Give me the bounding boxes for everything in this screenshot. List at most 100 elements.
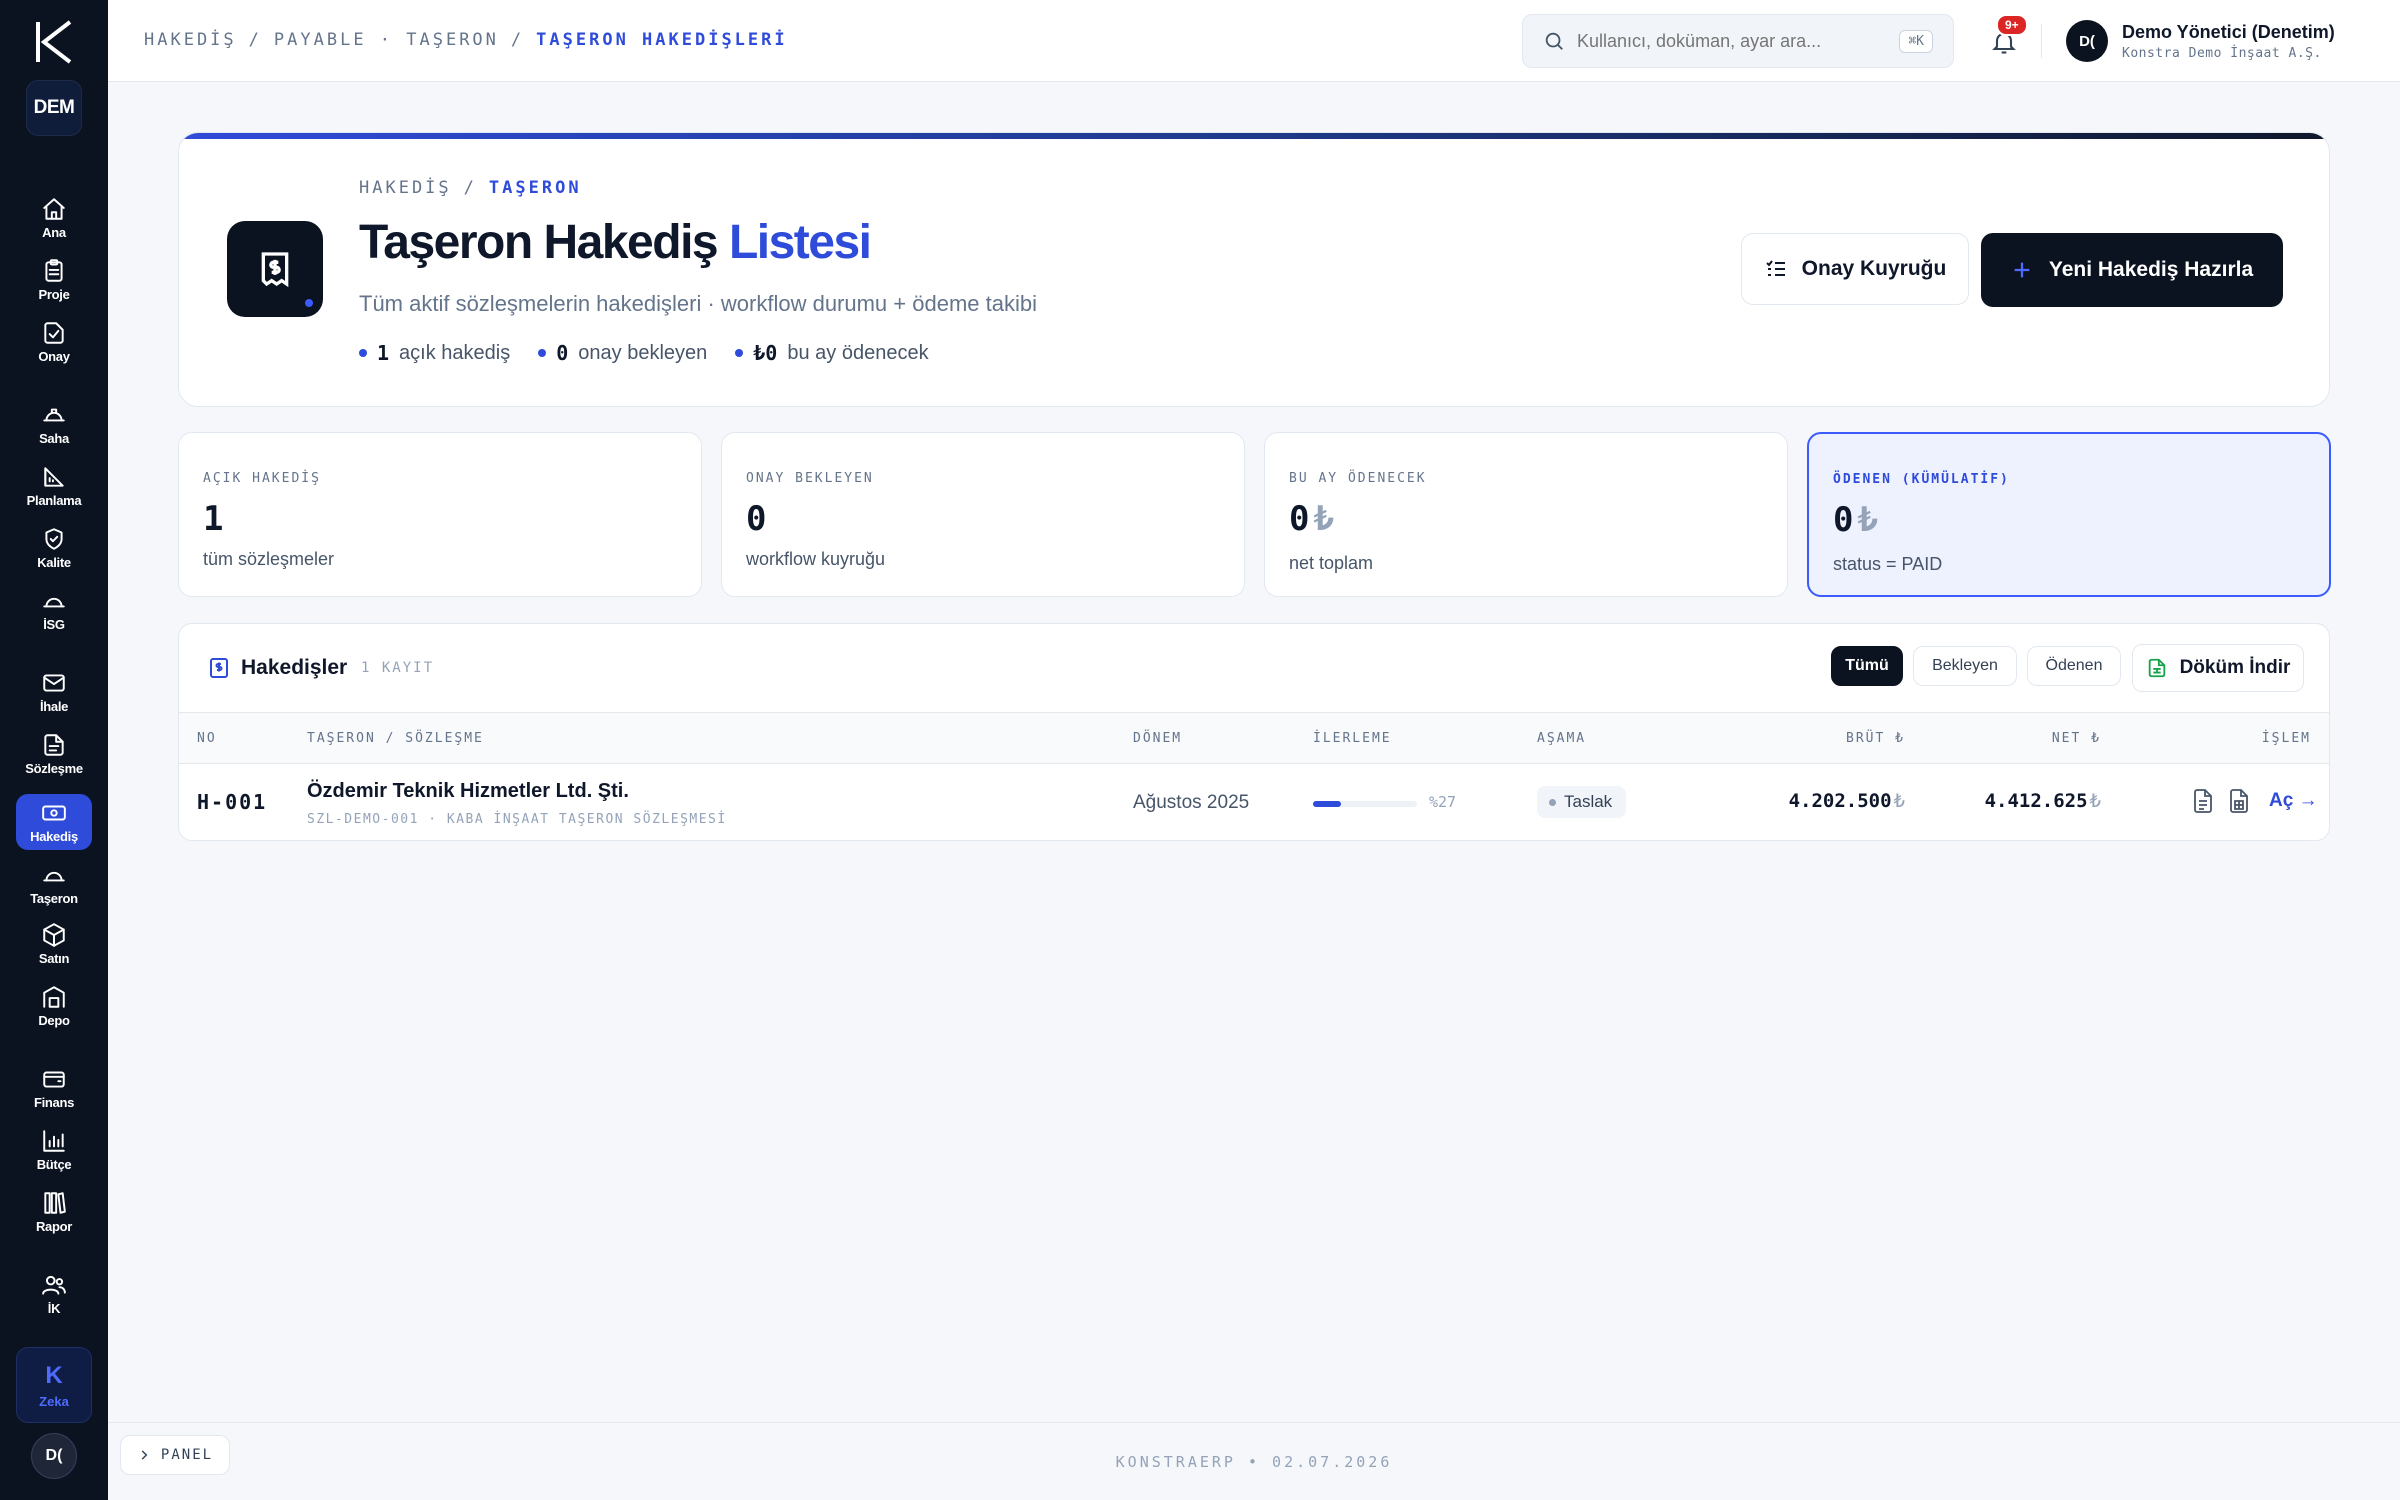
net-amount: 4.412.625 ₺ (1985, 790, 2101, 812)
breadcrumb-current: TAŞERON (488, 178, 582, 198)
helmet-icon (43, 408, 65, 422)
currency-symbol: ₺ (1893, 790, 1905, 812)
avatar[interactable]: D( (31, 1433, 77, 1479)
stat-value: 1 (377, 341, 390, 365)
sidebar-item-hakedis[interactable]: Hakediş (16, 794, 92, 850)
sidebar-item-label: Taşeron (30, 891, 78, 906)
sidebar-item-label: İSG (43, 617, 65, 632)
period: Ağustos 2025 (1133, 792, 1250, 813)
column-header-gross[interactable]: BRÜT ₺ (1846, 731, 1905, 746)
document-icon[interactable] (2191, 788, 2215, 814)
status-label: Taslak (1564, 792, 1613, 811)
sidebar-item-satin[interactable]: Satın (16, 916, 92, 972)
status-dot (303, 297, 315, 309)
stat-value: 0 (556, 341, 569, 365)
sidebar: DEM Ana Proje Onay Saha Planlama Kalite … (0, 0, 108, 1500)
column-header-net[interactable]: NET ₺ (2052, 731, 2101, 746)
kpi-number: 0 (746, 499, 767, 539)
column-header-no[interactable]: NO (197, 731, 217, 746)
wallet-icon (43, 1071, 65, 1088)
sidebar-item-label: Hakediş (30, 829, 78, 844)
filter-all[interactable]: Tümü (1831, 646, 1903, 686)
download-statement-button[interactable]: Döküm İndir (2132, 644, 2304, 692)
sidebar-item-taseron[interactable]: Taşeron (16, 856, 92, 912)
gross-value: 4.202.500 (1788, 790, 1892, 812)
page-title: Taşeron Hakediş Listesi (359, 215, 872, 270)
page-title-accent: Listesi (728, 216, 872, 269)
banknote-icon (42, 805, 66, 821)
notification-count-badge: 9+ (1996, 14, 2028, 36)
column-header-subcontractor[interactable]: TAŞERON / SÖZLEŞME (307, 731, 484, 746)
column-header-period[interactable]: DÖNEM (1133, 731, 1182, 746)
currency-symbol: ₺ (2089, 790, 2101, 812)
konstra-logo[interactable] (30, 20, 78, 64)
sidebar-item-ana[interactable]: Ana (16, 190, 92, 246)
user-avatar[interactable]: D( (2066, 20, 2108, 62)
kpi-number: 0 (1289, 499, 1310, 539)
sidebar-item-finans[interactable]: Finans (16, 1060, 92, 1116)
breadcrumb-item[interactable]: HAKEDİŞ (359, 178, 452, 198)
bullet (359, 349, 367, 357)
page-header-card: HAKEDİŞ / TAŞERON Taşeron Hakediş Listes… (178, 132, 2330, 407)
currency-symbol: ₺ (1857, 500, 1878, 540)
open-link[interactable]: Aç → (2269, 790, 2318, 812)
sidebar-item-rapor[interactable]: Rapor (16, 1184, 92, 1240)
bar-chart-icon (43, 1130, 65, 1152)
column-header-stage[interactable]: AŞAMA (1537, 731, 1586, 746)
org-badge[interactable]: DEM (26, 80, 82, 136)
sidebar-item-label: Bütçe (36, 1157, 72, 1172)
search-icon (1545, 32, 1563, 50)
filter-pending[interactable]: Bekleyen (1913, 646, 2017, 686)
table-title: Hakedişler (241, 656, 348, 679)
summary-stat-due: ₺0 bu ay ödenecek (735, 341, 929, 365)
new-payment-button[interactable]: Yeni Hakediş Hazırla (1981, 233, 2283, 307)
approval-queue-label: Onay Kuyruğu (1801, 257, 1947, 280)
global-search[interactable]: ⌘K (1522, 14, 1954, 68)
sidebar-item-isg[interactable]: İSG (16, 582, 92, 638)
table-header: NO TAŞERON / SÖZLEŞME DÖNEM İLERLEME AŞA… (179, 712, 2329, 764)
sidebar-item-planlama[interactable]: Planlama (16, 458, 92, 514)
sidebar-item-ihale[interactable]: İhale (16, 664, 92, 720)
sidebar-item-ik[interactable]: İK (16, 1266, 92, 1322)
kpi-value: 0 ₺ (1289, 499, 1334, 539)
sidebar-item-sozlesme[interactable]: Sözleşme (16, 726, 92, 782)
spreadsheet-icon[interactable] (2227, 788, 2251, 814)
sidebar-item-label: İK (47, 1301, 61, 1316)
sidebar-item-label: İhale (39, 699, 69, 714)
kpi-sub: status = PAID (1833, 554, 1943, 574)
zeka-assistant-button[interactable]: K Zeka (16, 1347, 92, 1423)
kpi-value: 0 (746, 499, 766, 539)
table-row[interactable]: H-001 Özdemir Teknik Hizmetler Ltd. Şti.… (179, 764, 2329, 840)
breadcrumb-item[interactable]: PAYABLE · TAŞERON (274, 30, 499, 50)
breadcrumb-separator: / (510, 30, 525, 50)
sidebar-item-kalite[interactable]: Kalite (16, 520, 92, 576)
section-breadcrumb: HAKEDİŞ / TAŞERON (359, 178, 582, 198)
kpi-card-pending: ONAY BEKLEYEN 0 workflow kuyruğu (721, 432, 1245, 597)
payment-number: H-001 (197, 790, 268, 814)
page-title-main: Taşeron Hakediş (359, 216, 719, 269)
sidebar-item-onay[interactable]: Onay (16, 314, 92, 370)
column-header-progress[interactable]: İLERLEME (1313, 731, 1392, 746)
subcontractor-name[interactable]: Özdemir Teknik Hizmetler Ltd. Şti. (307, 780, 629, 803)
progress-bar (1313, 801, 1417, 807)
mail-icon (43, 674, 65, 692)
plus-icon (2014, 262, 2030, 278)
sidebar-item-proje[interactable]: Proje (16, 252, 92, 308)
sidebar-item-butce[interactable]: Bütçe (16, 1122, 92, 1178)
user-name[interactable]: Demo Yönetici (Denetim) (2122, 22, 2335, 43)
breadcrumb-item[interactable]: HAKEDİŞ (144, 30, 237, 50)
users-icon (42, 1275, 66, 1295)
filter-paid[interactable]: Ödenen (2027, 646, 2121, 686)
sidebar-item-label: Ana (42, 225, 66, 240)
kpi-sub: net toplam (1289, 553, 1374, 573)
sidebar-item-label: Kalite (37, 555, 71, 570)
sidebar-item-label: Satın (38, 951, 70, 966)
search-input[interactable] (1577, 30, 1877, 52)
sidebar-item-saha[interactable]: Saha (16, 396, 92, 452)
sidebar-item-label: Proje (38, 287, 70, 302)
breadcrumb: HAKEDİŞ / PAYABLE · TAŞERON / TAŞERON HA… (144, 30, 788, 50)
approval-queue-button[interactable]: Onay Kuyruğu (1741, 233, 1969, 305)
contract-code: SZL-DEMO-001 · KABA İNŞAAT TAŞERON SÖZLE… (307, 812, 727, 827)
sidebar-item-depo[interactable]: Depo (16, 978, 92, 1034)
stat-label: açık hakediş (399, 341, 511, 364)
